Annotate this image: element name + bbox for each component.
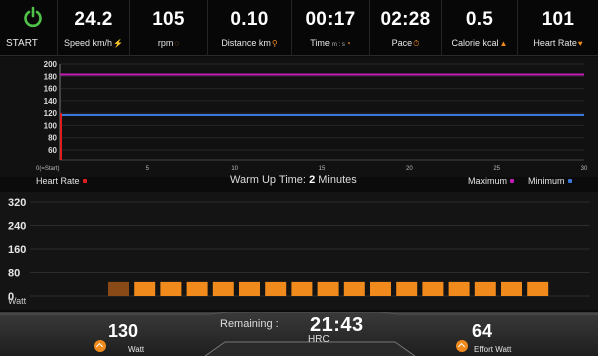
heart-icon: ♥ xyxy=(577,39,583,48)
y-tick-label: 180 xyxy=(44,72,58,81)
watt-value: 130 xyxy=(108,321,139,341)
pace-value: 02:28 xyxy=(380,9,431,30)
pace-label: Pace xyxy=(391,38,413,48)
watt-axis-label: Watt xyxy=(8,296,27,306)
segment-bar xyxy=(422,281,444,296)
segment-bar xyxy=(501,281,522,296)
heart-rate-label: Heart Rate xyxy=(533,38,577,48)
stats-bar: START 24.2 Speed km/h⚡ 105 rpm◌ 0.10 Dis… xyxy=(0,0,598,56)
program-name: HRC xyxy=(308,334,330,345)
legend-heart-rate-label: Heart Rate xyxy=(36,176,80,186)
cadence-icon: ◌ xyxy=(174,39,180,48)
heart-rate-stat: 101 Heart Rate♥ xyxy=(518,0,598,56)
y-tick-label: 160 xyxy=(44,85,58,94)
y-tick-label: 60 xyxy=(48,146,57,155)
segment-bar xyxy=(265,281,287,296)
effort-label: Effort Watt xyxy=(474,345,512,354)
remaining-label: Remaining : xyxy=(220,318,279,330)
warm-up-suffix: Minutes xyxy=(318,174,357,186)
segment-bar xyxy=(291,281,313,296)
heart-rate-chart: 200 180 160 140 120 100 80 60 0(=Start) 5 10 15 20 25… xyxy=(0,57,598,177)
segment-bar xyxy=(134,281,156,296)
time-unit: m : s xyxy=(331,42,345,48)
y-tick-label: 80 xyxy=(48,134,57,143)
maximum-swatch xyxy=(510,179,515,183)
power-icon xyxy=(24,6,42,28)
rpm-stat: 105 rpm◌ xyxy=(130,0,208,56)
effort-adjust-knob-icon[interactable] xyxy=(456,340,468,352)
distance-icon: ⚲ xyxy=(271,39,278,48)
clock-icon: ◔ xyxy=(345,39,351,48)
y-tick-label: 140 xyxy=(44,97,58,106)
heart-rate-swatch xyxy=(82,179,87,183)
watt-label: Watt xyxy=(128,345,145,354)
segment-bar xyxy=(396,281,418,296)
time-label: Time xyxy=(310,38,330,48)
y-tick-label: 240 xyxy=(8,221,26,233)
warm-up-prefix: Warm Up Time: xyxy=(230,174,306,186)
segment-bar xyxy=(343,281,365,296)
segment-bar xyxy=(370,281,391,296)
y-tick-label: 80 xyxy=(8,268,20,280)
segment-bar xyxy=(474,281,496,296)
warm-up-value: 2 xyxy=(309,174,316,186)
minimum-swatch xyxy=(567,179,572,183)
warm-up-time: Warm Up Time: 2 Minutes xyxy=(230,174,357,186)
segment-bar xyxy=(527,281,549,296)
watt-adjust-knob-icon[interactable] xyxy=(94,340,106,352)
flame-icon: ▲ xyxy=(499,39,508,48)
segment-bar xyxy=(186,281,208,296)
heart-rate-chart-svg: 20018016014012010080600(=Start) 5 10 15 20 25… xyxy=(36,60,588,172)
calorie-label: Calorie kcal xyxy=(451,38,499,48)
distance-label: Distance km xyxy=(221,38,271,48)
speed-stat: 24.2 Speed km/h⚡ xyxy=(58,0,130,56)
watt-profile-chart-svg: 320240160800 xyxy=(8,197,590,303)
y-tick-label: 160 xyxy=(8,244,26,256)
calorie-stat: 0.5 Calorie kcal▲ xyxy=(442,0,518,56)
segment-bar xyxy=(317,281,339,296)
pace-stat: 02:28 Pace⏱ xyxy=(370,0,442,56)
y-tick-label: 100 xyxy=(44,121,58,130)
speed-label: Speed km/h xyxy=(64,38,113,48)
segment-bar xyxy=(239,281,260,296)
stopwatch-icon: ⏱ xyxy=(413,39,420,48)
speed-icon: ⚡ xyxy=(113,39,123,48)
calorie-value: 0.5 xyxy=(465,9,494,30)
chart-legend: Heart Rate Warm Up Time: 2 Minutes Maxim… xyxy=(0,172,598,190)
segment-bar xyxy=(448,281,470,296)
distance-stat: 0.10 Distance km⚲ xyxy=(208,0,292,56)
y-tick-label: 320 xyxy=(8,197,26,209)
segment-bar xyxy=(212,281,234,296)
current-segment-bar xyxy=(108,281,129,296)
segment-bar xyxy=(160,281,182,296)
start-button[interactable]: START xyxy=(0,0,58,56)
legend-minimum-label: Minimum xyxy=(528,176,565,186)
control-bar: 130 Watt Remaining : 21:43 64 Effort Wat… xyxy=(0,312,598,356)
start-label: START xyxy=(6,38,38,49)
watt-profile-chart: 320 240 160 80 0 Watt xyxy=(0,192,598,310)
rpm-label: rpm xyxy=(157,38,174,48)
time-value: 00:17 xyxy=(305,9,356,30)
speed-value: 24.2 xyxy=(74,9,113,30)
heart-rate-value: 101 xyxy=(541,9,575,30)
time-stat: 00:17 Time m : s◔ xyxy=(292,0,370,56)
effort-value: 64 xyxy=(472,321,493,341)
legend-maximum-label: Maximum xyxy=(468,176,508,186)
y-tick-label: 200 xyxy=(44,60,58,69)
y-tick-label: 120 xyxy=(44,109,58,118)
rpm-value: 105 xyxy=(152,9,185,30)
distance-value: 0.10 xyxy=(230,9,269,30)
